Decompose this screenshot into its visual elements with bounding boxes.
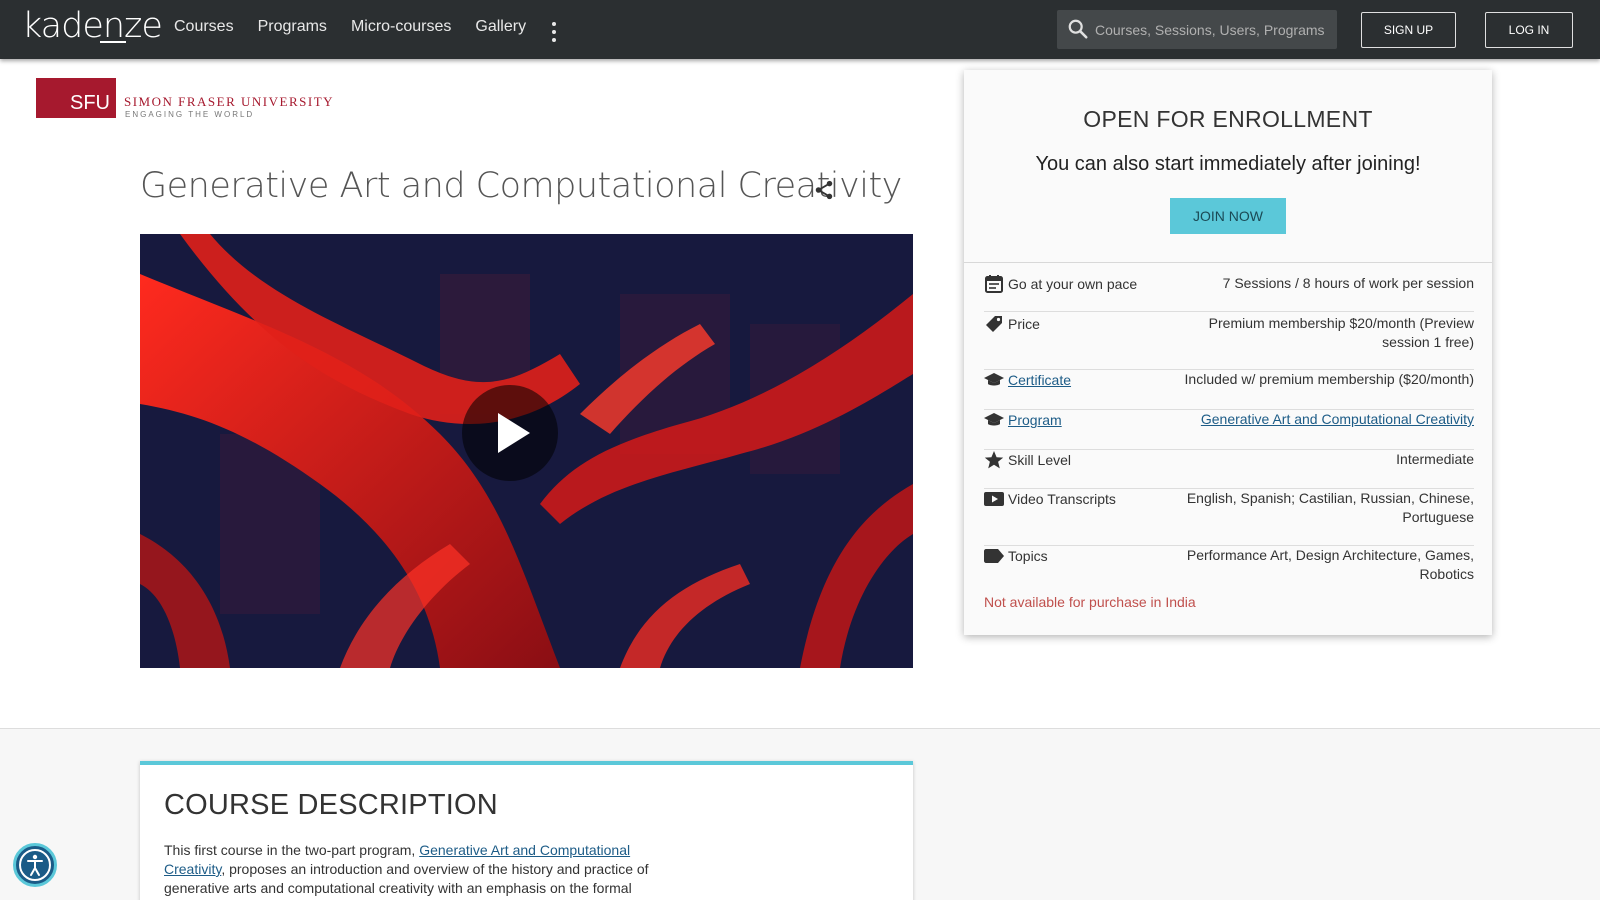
info-value-price: Premium membership $20/month (Preview se…	[1208, 315, 1474, 350]
enrollment-title: OPEN FOR ENROLLMENT	[1083, 106, 1373, 132]
join-now-button[interactable]: JOIN NOW	[1170, 198, 1286, 234]
description-text-before: This first course in the two-part progra…	[164, 842, 420, 858]
certificate-link[interactable]: Certificate	[1008, 372, 1071, 388]
kadenze-logo[interactable]: kadenze	[22, 6, 163, 46]
unavailable-notice: Not available for purchase in India	[984, 594, 1196, 610]
play-button[interactable]	[462, 385, 558, 481]
search-box[interactable]	[1057, 10, 1337, 49]
info-row-video-transcripts: Video Transcripts English, Spanish; Cast…	[984, 489, 1474, 546]
tag-icon	[984, 549, 1004, 563]
course-description-title: COURSE DESCRIPTION	[164, 789, 498, 821]
video-icon	[984, 492, 1004, 506]
info-row-skill-level: Skill Level Intermediate	[984, 450, 1474, 489]
nav-link-gallery[interactable]: Gallery	[475, 18, 526, 36]
nav-links: Courses Programs Micro-courses Gallery	[174, 18, 526, 36]
play-icon	[498, 413, 530, 453]
info-row-certificate: Certificate Included w/ premium membersh…	[984, 370, 1474, 410]
log-in-button[interactable]: LOG IN	[1485, 12, 1573, 48]
accessibility-icon	[19, 849, 51, 881]
info-value-skill-level: Intermediate	[1396, 451, 1474, 467]
info-value-pace: 7 Sessions / 8 hours of work per session	[1222, 275, 1474, 291]
info-row-price: Price Premium membership $20/month (Prev…	[984, 314, 1474, 370]
calendar-icon	[985, 275, 1003, 293]
info-label-price: Price	[1008, 316, 1040, 332]
sign-up-button[interactable]: SIGN UP	[1361, 12, 1456, 48]
course-video-player[interactable]	[140, 234, 913, 668]
info-row-topics: Topics Performance Art, Design Architect…	[984, 546, 1474, 590]
info-label-video-transcripts: Video Transcripts	[1008, 491, 1116, 507]
graduation-cap-icon	[984, 373, 1004, 386]
course-description-card: COURSE DESCRIPTION This first course in …	[140, 761, 913, 900]
accessibility-button[interactable]	[13, 843, 57, 887]
sfu-logo-mark: SFU	[36, 78, 116, 118]
description-text-after: , proposes an introduction and overview …	[164, 861, 649, 896]
nav-link-programs[interactable]: Programs	[258, 18, 327, 36]
share-icon[interactable]	[813, 179, 835, 201]
info-label-pace: Go at your own pace	[1008, 276, 1138, 292]
sfu-logo-tagline: ENGAGING THE WORLD	[125, 110, 255, 119]
logo-underline	[100, 41, 126, 43]
enrollment-card: OPEN FOR ENROLLMENT You can also start i…	[964, 70, 1492, 635]
info-label-skill-level: Skill Level	[1008, 452, 1072, 468]
program-link[interactable]: Program	[1008, 412, 1062, 428]
info-value-video-transcripts: English, Spanish; Castilian, Russian, Ch…	[1186, 490, 1474, 525]
card-divider	[964, 262, 1492, 263]
search-icon[interactable]	[1067, 18, 1089, 40]
nav-link-micro-courses[interactable]: Micro-courses	[351, 18, 451, 36]
top-navbar: kadenze Courses Programs Micro-courses G…	[0, 0, 1600, 59]
info-row-pace: Go at your own pace 7 Sessions / 8 hours…	[984, 274, 1474, 312]
info-row-program: Program Generative Art and Computational…	[984, 410, 1474, 450]
nav-link-courses[interactable]: Courses	[174, 18, 234, 36]
program-name-link[interactable]: Generative Art and Computational Creativ…	[1174, 410, 1474, 429]
sfu-logo-name: SIMON FRASER UNIVERSITY	[124, 94, 335, 109]
course-description-text: This first course in the two-part progra…	[164, 841, 654, 898]
course-title: Generative Art and Computational Creativ…	[140, 166, 902, 206]
more-menu-icon[interactable]	[551, 22, 557, 42]
price-tag-icon	[986, 316, 1002, 332]
info-value-certificate: Included w/ premium membership ($20/mont…	[1184, 371, 1474, 387]
graduation-cap-icon	[984, 413, 1004, 426]
search-input[interactable]	[1095, 10, 1331, 49]
info-label-topics: Topics	[1008, 548, 1048, 564]
enrollment-subtitle: You can also start immediately after joi…	[1035, 153, 1421, 175]
info-value-topics: Performance Art, Design Architecture, Ga…	[1186, 547, 1474, 582]
star-icon	[984, 451, 1004, 469]
